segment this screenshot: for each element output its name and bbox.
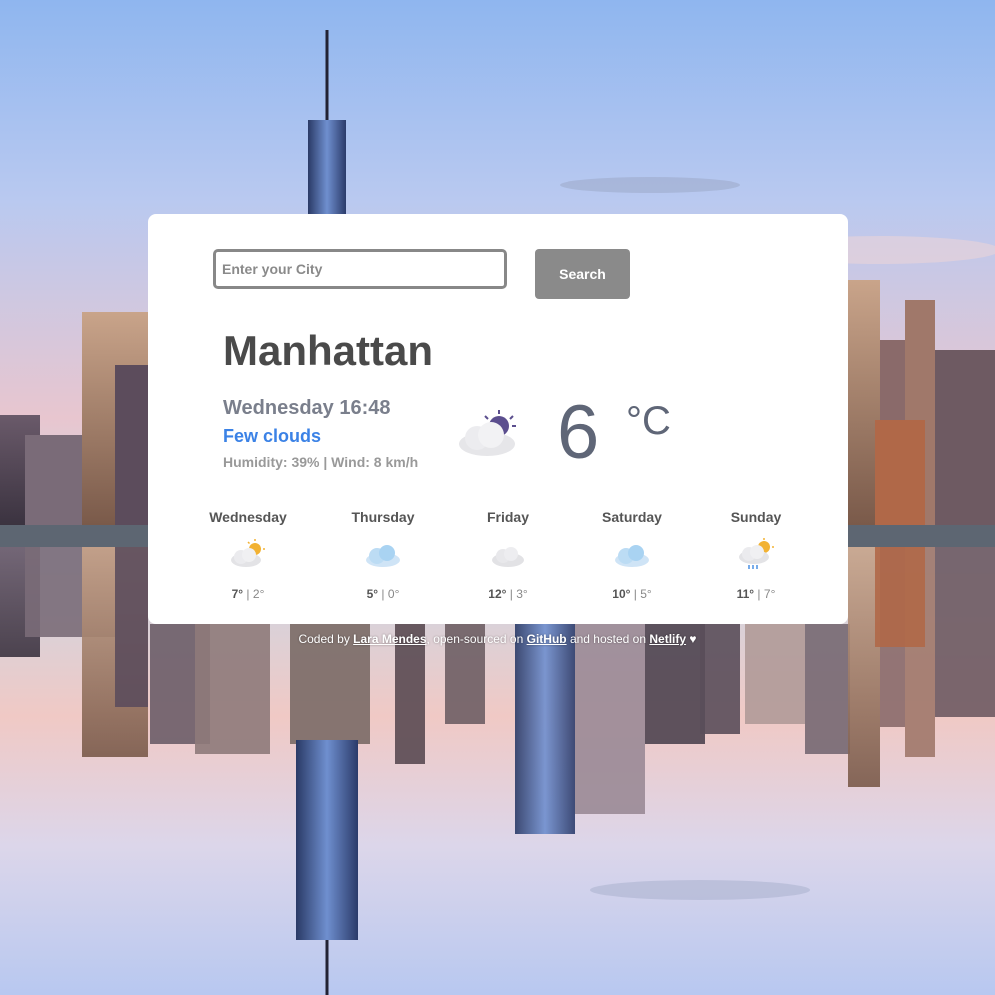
current-temperature: 6 bbox=[557, 390, 600, 475]
forecast-day: Wednesday bbox=[209, 509, 287, 525]
weather-description: Few clouds bbox=[223, 426, 322, 446]
cloud-icon bbox=[492, 547, 524, 567]
footer-text: , open-sourced on bbox=[426, 632, 524, 646]
author-link[interactable]: Lara Mendes bbox=[353, 632, 426, 646]
github-link[interactable]: GitHub bbox=[527, 632, 567, 646]
temperature-unit: °C bbox=[626, 399, 671, 443]
cloudy-icon bbox=[366, 545, 400, 567]
forecast-day: Thursday bbox=[351, 509, 415, 525]
rain-sun-icon bbox=[739, 538, 774, 569]
netlify-link[interactable]: Netlify bbox=[649, 632, 686, 646]
forecast-temps: 7° | 2° bbox=[231, 587, 265, 601]
cloudy-icon bbox=[615, 545, 649, 567]
forecast-temps: 12° | 3° bbox=[488, 587, 528, 601]
forecast-day: Sunday bbox=[730, 509, 782, 525]
forecast-day: Friday bbox=[486, 509, 529, 525]
forecast-day: Saturday bbox=[602, 509, 662, 525]
humidity-wind-details: Humidity: 39% | Wind: 8 km/h bbox=[223, 454, 419, 470]
search-button[interactable]: Search bbox=[535, 249, 630, 299]
footer-text: Coded by bbox=[298, 632, 350, 646]
current-datetime: Wednesday 16:48 bbox=[223, 397, 391, 419]
forecast-temps: 11° | 7° bbox=[736, 587, 776, 601]
footer-text: and hosted on bbox=[569, 632, 647, 646]
few-clouds-night-icon bbox=[459, 410, 516, 456]
city-name: Manhattan bbox=[223, 327, 433, 374]
city-search-input[interactable] bbox=[213, 249, 507, 289]
footer: Coded by Lara Mendes, open-sourced on Gi… bbox=[0, 632, 995, 646]
forecast-temps: 5° | 0° bbox=[366, 587, 400, 601]
heart-icon: ♥ bbox=[689, 632, 697, 646]
partly-cloudy-icon bbox=[231, 539, 265, 567]
forecast-temps: 10° | 5° bbox=[612, 587, 652, 601]
